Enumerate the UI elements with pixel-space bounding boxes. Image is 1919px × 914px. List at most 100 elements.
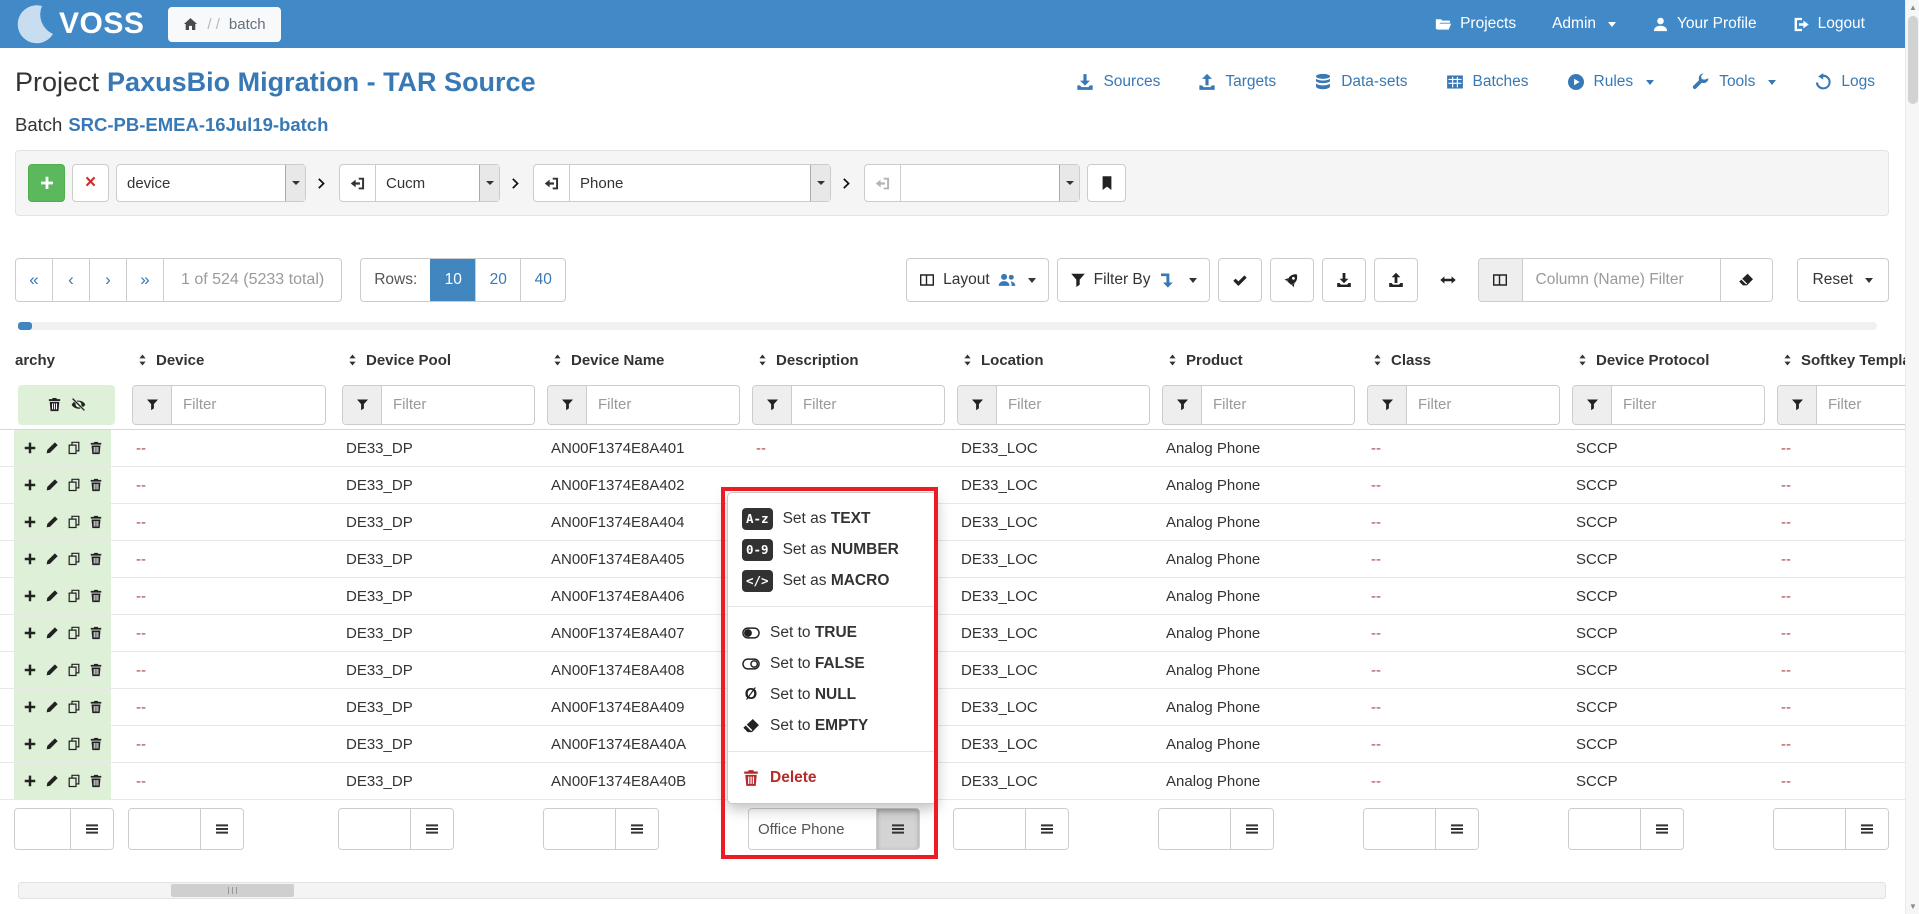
last-page-button[interactable]: »	[127, 259, 164, 301]
trash-icon[interactable]	[47, 397, 62, 412]
menu-item-set-to-null[interactable]: ØSet to NULL	[728, 679, 936, 710]
macro-menu-button[interactable]	[615, 809, 658, 849]
table-scroll-handle[interactable]	[18, 322, 32, 330]
filter-input-device-pool[interactable]	[382, 386, 534, 424]
reset-button[interactable]: Reset	[1797, 258, 1890, 302]
vertical-scrollbar-thumb[interactable]	[1908, 16, 1918, 104]
breadcrumb-current[interactable]: batch	[229, 16, 266, 33]
header-link-rules[interactable]: Rules	[1567, 73, 1655, 91]
menu-item-set-to-false[interactable]: Set to FALSE	[728, 648, 936, 679]
row-edit-button[interactable]	[45, 552, 59, 566]
sort-icon[interactable]	[756, 353, 769, 367]
row-add-button[interactable]	[23, 478, 37, 492]
row-copy-button[interactable]	[67, 515, 81, 529]
filter-input-device[interactable]	[172, 386, 325, 424]
sort-icon[interactable]	[1371, 353, 1384, 367]
row-edit-button[interactable]	[45, 774, 59, 788]
sort-icon[interactable]	[1166, 353, 1179, 367]
row-edit-button[interactable]	[45, 626, 59, 640]
row-edit-button[interactable]	[45, 589, 59, 603]
segment-select-3[interactable]	[900, 164, 1080, 202]
row-copy-button[interactable]	[67, 663, 81, 677]
row-delete-button[interactable]	[89, 478, 103, 492]
row-add-button[interactable]	[23, 552, 37, 566]
header-link-data-sets[interactable]: Data-sets	[1314, 73, 1407, 91]
row-add-button[interactable]	[23, 515, 37, 529]
menu-item-set-as-text[interactable]: A-zSet as TEXT	[728, 503, 936, 534]
upload-button[interactable]	[1374, 258, 1418, 302]
macro-menu-button[interactable]	[70, 809, 113, 849]
row-delete-button[interactable]	[89, 663, 103, 677]
menu-item-set-to-true[interactable]: Set to TRUE	[728, 617, 936, 648]
macro-menu-button[interactable]	[1435, 809, 1478, 849]
macro-input-device[interactable]	[129, 809, 200, 849]
row-copy-button[interactable]	[67, 478, 81, 492]
row-add-button[interactable]	[23, 589, 37, 603]
assign-icon-addon[interactable]	[533, 164, 569, 202]
row-add-button[interactable]	[23, 737, 37, 751]
select-dropdown-button[interactable]	[810, 165, 830, 201]
macro-menu-button[interactable]	[1845, 809, 1888, 849]
rows-option-20[interactable]: 20	[475, 259, 520, 301]
brand-logo[interactable]: VOSS	[14, 4, 144, 44]
sort-icon[interactable]	[1781, 353, 1794, 367]
row-delete-button[interactable]	[89, 589, 103, 603]
eye-slash-icon[interactable]	[71, 397, 86, 412]
row-copy-button[interactable]	[67, 700, 81, 714]
row-edit-button[interactable]	[45, 441, 59, 455]
macro-menu-button[interactable]	[200, 809, 243, 849]
row-add-button[interactable]	[23, 626, 37, 640]
rows-option-40[interactable]: 40	[520, 259, 565, 301]
row-edit-button[interactable]	[45, 515, 59, 529]
rows-option-10[interactable]: 10	[430, 259, 475, 301]
navbar-link-logout[interactable]: Logout	[1793, 15, 1865, 33]
menu-item-set-to-empty[interactable]: Set to EMPTY	[728, 710, 936, 741]
first-page-button[interactable]: «	[16, 259, 53, 301]
funnel-addon[interactable]	[1368, 386, 1407, 424]
header-link-batches[interactable]: Batches	[1446, 73, 1529, 91]
vertical-scrollbar[interactable]: ▲ ▼	[1905, 0, 1919, 914]
macro-menu-button[interactable]	[410, 809, 453, 849]
row-copy-button[interactable]	[67, 774, 81, 788]
funnel-addon[interactable]	[753, 386, 792, 424]
row-add-button[interactable]	[23, 441, 37, 455]
scroll-down-arrow[interactable]: ▼	[1906, 902, 1919, 911]
macro-input-device-protocol[interactable]	[1569, 809, 1640, 849]
batch-name[interactable]: SRC-PB-EMEA-16Jul19-batch	[68, 114, 328, 135]
macro-input-class[interactable]	[1364, 809, 1435, 849]
sort-icon[interactable]	[961, 353, 974, 367]
header-link-logs[interactable]: Logs	[1814, 73, 1875, 91]
model-type-select[interactable]: device	[116, 164, 306, 202]
row-delete-button[interactable]	[89, 700, 103, 714]
row-edit-button[interactable]	[45, 663, 59, 677]
macro-input-softkey-template[interactable]	[1774, 809, 1845, 849]
row-copy-button[interactable]	[67, 552, 81, 566]
remove-filter-button[interactable]: ×	[72, 164, 109, 202]
row-delete-button[interactable]	[89, 737, 103, 751]
table-scroll-indicator[interactable]	[18, 322, 1877, 330]
select-dropdown-button[interactable]	[1059, 165, 1079, 201]
macro-menu-button[interactable]	[1640, 809, 1683, 849]
horizontal-scrollbar[interactable]	[18, 882, 1886, 899]
macro-menu-button[interactable]	[876, 809, 919, 849]
add-filter-button[interactable]	[28, 164, 65, 202]
validate-button[interactable]	[1218, 258, 1262, 302]
filter-input-class[interactable]	[1407, 386, 1559, 424]
sort-icon[interactable]	[1576, 353, 1589, 367]
next-page-button[interactable]: ›	[90, 259, 127, 301]
clear-column-filter-button[interactable]	[1720, 259, 1772, 301]
row-copy-button[interactable]	[67, 441, 81, 455]
macro-input-device-pool[interactable]	[339, 809, 410, 849]
funnel-addon[interactable]	[958, 386, 997, 424]
segment-select-2[interactable]: Phone	[569, 164, 831, 202]
navbar-link-admin[interactable]: Admin	[1552, 15, 1616, 33]
filter-input-description[interactable]	[792, 386, 944, 424]
row-copy-button[interactable]	[67, 589, 81, 603]
assign-icon-addon[interactable]	[864, 164, 900, 202]
row-delete-button[interactable]	[89, 626, 103, 640]
sort-icon[interactable]	[346, 353, 359, 367]
header-link-targets[interactable]: Targets	[1198, 73, 1276, 91]
macro-input-device-name[interactable]	[544, 809, 615, 849]
row-add-button[interactable]	[23, 774, 37, 788]
funnel-addon[interactable]	[133, 386, 172, 424]
